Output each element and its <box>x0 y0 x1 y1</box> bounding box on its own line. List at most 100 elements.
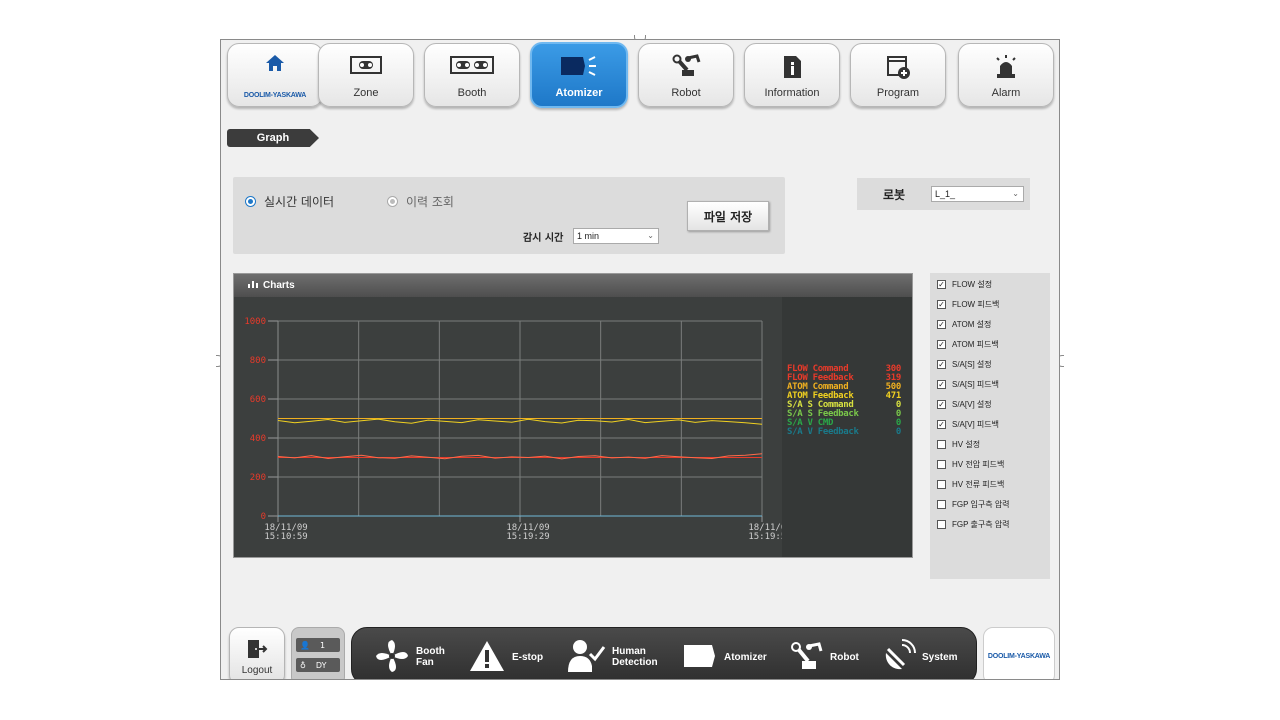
nav-zone-button[interactable]: Zone <box>318 43 414 107</box>
series-checkbox[interactable]: ✓ FLOW 설정 <box>937 279 992 290</box>
brand-logo: DOOLIM-YASKAWA <box>243 92 307 99</box>
series-checkbox[interactable]: FGP 입구측 압력 <box>937 499 1010 510</box>
robot-arm-icon <box>671 54 701 82</box>
user-info-box: 👤 1 ♁ DY <box>291 627 345 679</box>
robot-select[interactable]: L_1_ ⌄ <box>931 186 1024 202</box>
monitor-time-label: 감시 시간 <box>523 233 564 244</box>
user-level-bar: 👤 1 <box>296 638 340 652</box>
legend-series-name: S/A V Feedback <box>787 427 859 437</box>
checkbox-checked-icon: ✓ <box>937 420 946 429</box>
y-tick-label: 200 <box>250 473 266 483</box>
checkbox-checked-icon: ✓ <box>937 320 946 329</box>
series-checkbox-label: ATOM 설정 <box>952 320 992 329</box>
legend-entry: S/A V Feedback 0 <box>787 428 905 437</box>
warning-triangle-icon <box>468 639 506 676</box>
series-checkbox[interactable]: ✓ ATOM 피드백 <box>937 339 999 350</box>
program-window-icon <box>885 54 911 84</box>
nav-atomizer-button[interactable]: Atomizer <box>530 42 628 108</box>
fan-icon <box>374 638 410 677</box>
status-e-stop[interactable]: E-stop <box>468 628 543 679</box>
radio-selected-indicator <box>245 196 256 207</box>
series-checkbox-label: ATOM 피드백 <box>952 340 999 349</box>
checkbox-empty-icon <box>937 460 946 469</box>
series-checkbox-label: FLOW 피드백 <box>952 300 1000 309</box>
checkbox-checked-icon: ✓ <box>937 400 946 409</box>
status-bar: Booth Fan E-stop Human Detection Atomizer … <box>351 627 977 679</box>
series-checkbox[interactable]: ✓ S/A[V] 피드백 <box>937 419 999 430</box>
series-checkbox[interactable]: HV 전류 피드백 <box>937 479 1004 490</box>
brand-logo-bottom: DOOLIM-YASKAWA <box>983 627 1055 679</box>
checkbox-checked-icon: ✓ <box>937 340 946 349</box>
series-checkbox-label: FGP 출구측 압력 <box>952 520 1010 529</box>
atomizer-icon <box>682 642 718 673</box>
series-checkbox-label: S/A[S] 피드백 <box>952 380 999 389</box>
data-mode-panel: 실시간 데이터 이력 조회 파일 저장 감시 시간 1 min ⌄ <box>233 177 785 254</box>
line-chart: 1000800600400200018/11/0915:10:5918/11/0… <box>244 317 782 542</box>
series-checkbox-label: FGP 입구측 압력 <box>952 500 1010 509</box>
series-checkbox[interactable]: ✓ FLOW 피드백 <box>937 299 999 310</box>
history-query-radio[interactable]: 이력 조회 <box>387 193 454 210</box>
x-tick-time-label: 15:19:29 <box>506 532 549 542</box>
robot-select-panel: 로봇 L_1_ ⌄ <box>857 178 1030 210</box>
y-tick-label: 400 <box>250 434 266 444</box>
home-button[interactable]: DOOLIM-YASKAWA <box>227 43 323 107</box>
satellite-dish-icon <box>882 638 916 676</box>
status-human-detection[interactable]: Human Detection <box>566 628 658 679</box>
status-atomizer[interactable]: Atomizer <box>682 628 767 679</box>
booth-icon <box>449 54 495 80</box>
chevron-down-icon: ⌄ <box>1012 189 1019 198</box>
x-tick-time-label: 15:10:59 <box>264 532 307 542</box>
logout-door-icon <box>246 638 268 664</box>
series-checkbox[interactable]: ✓ S/A[S] 피드백 <box>937 379 999 390</box>
checkbox-empty-icon <box>937 480 946 489</box>
nav-robot-button[interactable]: Robot <box>638 43 734 107</box>
zone-icon <box>349 54 383 80</box>
series-checkbox[interactable]: ✓ ATOM 설정 <box>937 319 991 330</box>
series-checkbox[interactable]: HV 설정 <box>937 439 980 450</box>
nav-booth-button[interactable]: Booth <box>424 43 520 107</box>
y-tick-label: 0 <box>261 512 266 522</box>
series-checkbox-label: HV 전류 피드백 <box>952 480 1005 489</box>
series-checkbox-label: S/A[S] 설정 <box>952 360 992 369</box>
human-detection-icon <box>566 638 606 677</box>
bar-chart-icon <box>248 280 258 291</box>
status-system[interactable]: System <box>882 628 958 679</box>
monitor-time-select[interactable]: 1 min ⌄ <box>573 228 659 244</box>
logout-button[interactable]: Logout <box>229 627 285 679</box>
checkbox-empty-icon <box>937 440 946 449</box>
user-name-bar: ♁ DY <box>296 658 340 672</box>
robot-arm-icon <box>790 641 824 674</box>
robot-label: 로봇 <box>883 188 906 202</box>
series-checkbox[interactable]: ✓ S/A[S] 설정 <box>937 359 992 370</box>
nav-alarm-button[interactable]: Alarm <box>958 43 1054 107</box>
legend-series-value: 0 <box>895 427 901 437</box>
series-checkbox-label: S/A[V] 피드백 <box>952 420 999 429</box>
home-icon <box>265 54 285 76</box>
y-tick-label: 1000 <box>244 317 266 327</box>
series-checkbox-label: FLOW 설정 <box>952 280 993 289</box>
file-save-button[interactable]: 파일 저장 <box>687 201 769 231</box>
alarm-siren-icon <box>993 54 1019 84</box>
checkbox-empty-icon <box>937 500 946 509</box>
charts-panel: Charts 1000 800 600 400 200 0 18/11/09 15:10:59… <box>233 273 913 558</box>
x-tick-time-label: 15:19:59 <box>748 532 782 542</box>
graph-tab[interactable]: Graph <box>227 129 319 147</box>
series-checkbox[interactable]: ✓ S/A[V] 설정 <box>937 399 992 410</box>
radio-disabled-indicator <box>387 196 398 207</box>
info-document-icon <box>780 54 804 84</box>
checkbox-empty-icon <box>937 520 946 529</box>
chart-legend: FLOW Command 300 FLOW Feedback 319 ATOM Comm… <box>782 297 912 557</box>
series-checkbox[interactable]: FGP 출구측 압력 <box>937 519 1010 530</box>
app-window: DOOLIM-YASKAWA Zone Booth Atomizer Robot… <box>220 39 1060 680</box>
status-booth-fan[interactable]: Booth Fan <box>374 628 445 679</box>
realtime-data-radio[interactable]: 실시간 데이터 <box>245 193 334 210</box>
checkbox-checked-icon: ✓ <box>937 300 946 309</box>
nav-information-button[interactable]: Information <box>744 43 840 107</box>
chevron-down-icon: ⌄ <box>647 231 654 240</box>
nav-program-button[interactable]: Program <box>850 43 946 107</box>
series-checkbox[interactable]: HV 전압 피드백 <box>937 459 1004 470</box>
status-robot[interactable]: Robot <box>790 628 859 679</box>
user-icon: 👤 <box>300 640 310 650</box>
checkbox-checked-icon: ✓ <box>937 280 946 289</box>
series-checkbox-label: S/A[V] 설정 <box>952 400 992 409</box>
